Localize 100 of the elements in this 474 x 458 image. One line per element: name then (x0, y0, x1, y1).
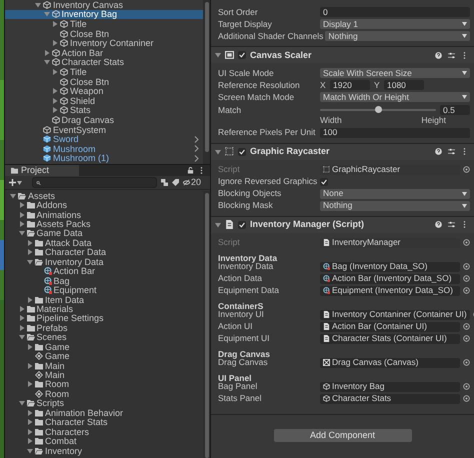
enable-checkbox[interactable] (238, 51, 246, 59)
hierarchy-row[interactable]: Drag Canvas (5, 115, 203, 125)
expand-arrow-icon[interactable] (18, 400, 24, 406)
collapse-arrow-icon[interactable] (27, 410, 33, 416)
collapse-arrow-icon[interactable] (27, 438, 33, 444)
presets-icon[interactable] (448, 52, 455, 58)
project-row[interactable]: Prefabs (5, 323, 203, 333)
project-row[interactable]: Combat (5, 436, 203, 446)
project-row[interactable]: Assets (5, 191, 203, 200)
add-component-button[interactable]: Add Component (274, 428, 412, 442)
presets-icon[interactable] (448, 148, 455, 155)
project-tab[interactable]: Project (5, 165, 80, 176)
dropdown[interactable]: Display 1 (320, 19, 470, 29)
hierarchy-row[interactable]: Character Stats (5, 58, 203, 68)
search-field[interactable] (32, 177, 157, 188)
hierarchy-row[interactable]: Mushroom (1) (5, 154, 203, 164)
object-field[interactable]: Inventory Bag (320, 382, 460, 392)
expand-arrow-icon[interactable] (44, 11, 50, 18)
expand-arrow-icon[interactable] (27, 448, 33, 454)
help-icon[interactable] (435, 148, 442, 155)
project-row[interactable]: Addons (5, 200, 203, 210)
project-row[interactable]: Pipeline Settings (5, 314, 203, 324)
collapse-arrow-icon[interactable] (44, 50, 50, 56)
collapse-arrow-icon[interactable] (52, 88, 58, 94)
hierarchy-row[interactable]: Weapon (5, 86, 203, 96)
collapse-arrow-icon[interactable] (27, 419, 33, 426)
scrollbar[interactable] (203, 191, 210, 458)
collapse-arrow-icon[interactable] (18, 221, 24, 228)
number-field[interactable]: 0 (320, 7, 470, 17)
hierarchy-row[interactable]: Title (5, 19, 203, 29)
project-row[interactable]: Attack Data (5, 238, 203, 248)
object-field[interactable]: Inventory Contaniner (Container UI) (320, 310, 470, 320)
collapse-arrow-icon[interactable] (27, 428, 33, 435)
collapse-arrow-icon[interactable] (18, 315, 24, 322)
project-row[interactable]: Room (5, 389, 203, 399)
enable-checkbox[interactable] (238, 220, 246, 228)
project-row[interactable]: Materials (5, 304, 203, 314)
collapse-arrow-icon[interactable] (52, 68, 58, 75)
collapse-arrow-icon[interactable] (27, 381, 33, 388)
project-row[interactable]: Scenes (5, 332, 203, 342)
project-row[interactable]: Animations (5, 210, 203, 220)
collapse-arrow-icon[interactable] (52, 40, 58, 46)
collapse-arrow-icon[interactable] (27, 344, 33, 350)
component-header[interactable]: Inventory Manager (Script) (211, 216, 474, 232)
number-field[interactable]: 1920 (330, 80, 370, 90)
project-row[interactable]: Game Data (5, 228, 203, 238)
scrollbar[interactable] (203, 0, 210, 164)
expand-arrow-icon[interactable] (215, 148, 221, 154)
hierarchy-row[interactable]: Inventory Canvas (5, 0, 203, 10)
dropdown[interactable]: Match Width Or Height (320, 92, 470, 102)
object-field[interactable]: Action Bar (Inventory Data_SO) (320, 274, 460, 284)
checkbox[interactable] (320, 178, 328, 186)
project-row[interactable]: Animation Behavior (5, 408, 203, 418)
hierarchy-row[interactable]: Sword (5, 134, 203, 144)
hierarchy-row[interactable]: Close Btn (5, 76, 203, 86)
expand-arrow-icon[interactable] (35, 2, 41, 8)
project-row[interactable]: Main (5, 360, 203, 370)
collapse-arrow-icon[interactable] (27, 249, 33, 256)
project-row[interactable]: Equipment (5, 285, 203, 295)
enable-checkbox[interactable] (238, 148, 246, 156)
expand-arrow-icon[interactable] (215, 52, 221, 58)
component-header[interactable]: Canvas Scaler (211, 46, 474, 63)
project-row[interactable]: Inventory Data (5, 257, 203, 266)
project-row[interactable]: Bag (5, 276, 203, 286)
project-row[interactable]: Character Data (5, 248, 203, 258)
collapse-arrow-icon[interactable] (52, 107, 58, 114)
hierarchy-row[interactable]: Mushroom (5, 144, 203, 154)
create-button[interactable] (9, 179, 22, 186)
collapse-arrow-icon[interactable] (27, 296, 33, 303)
collapse-arrow-icon[interactable] (27, 362, 33, 369)
more-icon[interactable] (461, 52, 468, 58)
collapse-arrow-icon[interactable] (18, 202, 24, 208)
object-field[interactable]: Bag (Inventory Data_SO) (320, 262, 460, 272)
label-icon[interactable] (172, 179, 179, 186)
object-field[interactable]: Character Stats (320, 394, 460, 404)
project-row[interactable]: Scripts (5, 398, 203, 408)
collapse-arrow-icon[interactable] (18, 324, 24, 331)
object-picker-icon[interactable] (463, 239, 470, 246)
expand-arrow-icon[interactable] (10, 192, 16, 199)
hierarchy-row[interactable]: Stats (5, 106, 203, 116)
project-row[interactable]: Action Bar (5, 266, 203, 276)
filter-type-icon[interactable] (160, 179, 168, 186)
expand-arrow-icon[interactable] (44, 59, 50, 66)
collapse-arrow-icon[interactable] (52, 20, 58, 27)
project-row[interactable]: Game (5, 342, 203, 352)
expand-arrow-icon[interactable] (18, 230, 24, 236)
hierarchy-row[interactable]: Title (5, 67, 203, 77)
component-header[interactable]: Graphic Raycaster (211, 142, 474, 160)
number-field[interactable]: 100 (320, 128, 470, 138)
project-row[interactable]: Game (5, 351, 203, 361)
hierarchy-row[interactable]: EventSystem (5, 124, 203, 134)
more-icon[interactable] (198, 167, 205, 174)
dropdown[interactable]: Nothing (320, 200, 470, 210)
number-field[interactable]: 0.5 (440, 105, 470, 115)
presets-icon[interactable] (448, 221, 455, 228)
object-picker-icon[interactable] (463, 166, 470, 173)
lock-icon[interactable] (187, 167, 194, 174)
dropdown[interactable]: None (320, 188, 470, 198)
help-icon[interactable] (435, 52, 442, 58)
collapse-arrow-icon[interactable] (18, 306, 24, 312)
